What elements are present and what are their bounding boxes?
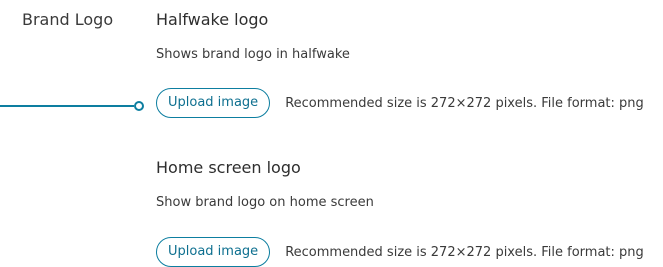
halfwake-logo-description: Shows brand logo in halfwake [156, 47, 350, 62]
halfwake-recommended-size-hint: Recommended size is 272×272 pixels. File… [285, 95, 644, 111]
connector-dot-icon [134, 101, 144, 111]
home-screen-upload-image-button[interactable]: Upload image [156, 237, 271, 267]
home-screen-recommended-size-hint: Recommended size is 272×272 pixels. File… [285, 244, 644, 260]
home-screen-upload-row: Upload image Recommended size is 272×272… [156, 237, 644, 267]
home-screen-logo-description: Show brand logo on home screen [156, 195, 374, 210]
halfwake-upload-image-button[interactable]: Upload image [156, 88, 271, 118]
section-label-brand-logo: Brand Logo [22, 10, 114, 29]
home-screen-logo-title: Home screen logo [156, 158, 301, 177]
halfwake-logo-title: Halfwake logo [156, 10, 269, 29]
callout-connector-line [0, 101, 144, 111]
halfwake-upload-row: Upload image Recommended size is 272×272… [156, 88, 644, 118]
